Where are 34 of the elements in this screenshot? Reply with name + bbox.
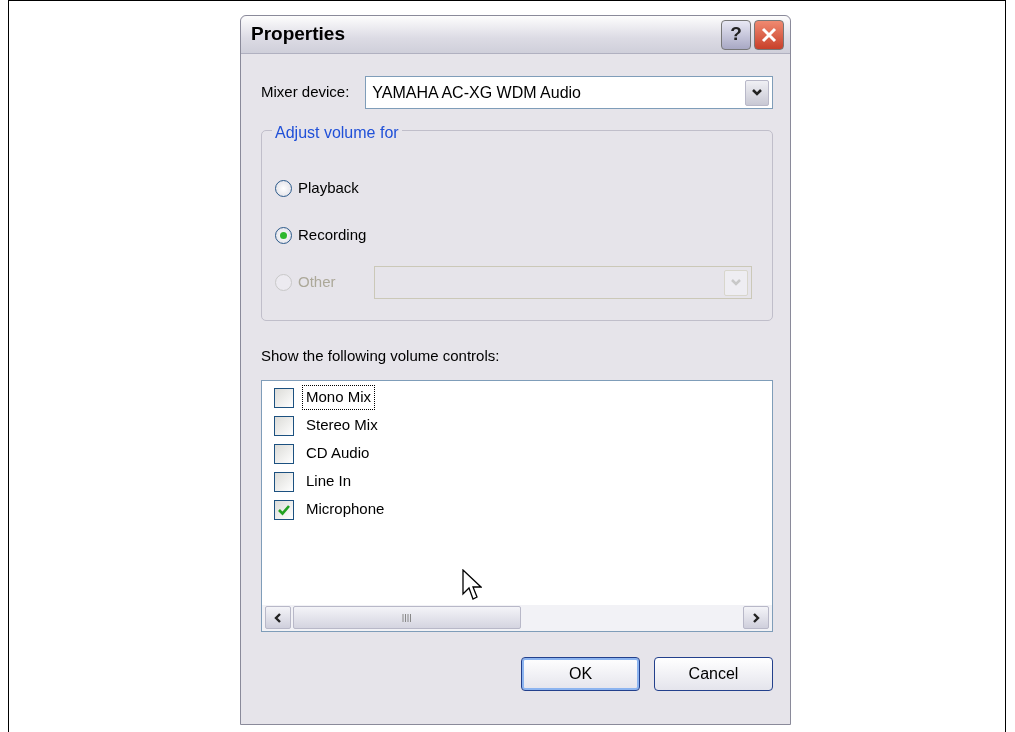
checkbox[interactable] bbox=[274, 471, 294, 492]
close-icon bbox=[760, 25, 778, 44]
checkbox-label: Mono Mix bbox=[302, 385, 376, 410]
checkbox-label: Line In bbox=[305, 471, 353, 492]
checkbox[interactable] bbox=[274, 443, 294, 464]
checkbox[interactable] bbox=[274, 415, 294, 436]
ok-button[interactable]: OK bbox=[521, 656, 640, 691]
cursor-icon bbox=[462, 569, 482, 603]
radio-label: Other bbox=[298, 272, 336, 293]
chevron-down-icon bbox=[730, 278, 742, 287]
checkbox-label: CD Audio bbox=[305, 443, 371, 464]
radio-label: Recording bbox=[298, 225, 367, 246]
checkbox-label: Microphone bbox=[305, 499, 386, 520]
section-label: Show the following volume controls: bbox=[261, 346, 501, 366]
cancel-button[interactable]: Cancel bbox=[654, 656, 773, 691]
radio-button[interactable] bbox=[275, 180, 292, 197]
close-button[interactable] bbox=[754, 19, 784, 50]
grip-icon bbox=[402, 612, 412, 623]
checkbox[interactable] bbox=[274, 387, 294, 408]
radio-label: Playback bbox=[298, 178, 359, 199]
dropdown-button[interactable] bbox=[745, 79, 769, 106]
scroll-left-button[interactable] bbox=[265, 606, 291, 629]
horizontal-scrollbar[interactable] bbox=[262, 604, 772, 631]
radio-button[interactable] bbox=[275, 227, 292, 244]
check-mark-icon bbox=[277, 503, 291, 516]
mixer-device-dropdown[interactable]: YAMAHA AC-XG WDM Audio bbox=[365, 76, 773, 109]
help-button[interactable]: ? bbox=[721, 19, 751, 50]
checkbox[interactable] bbox=[274, 499, 294, 520]
scroll-thumb[interactable] bbox=[293, 606, 521, 629]
window-title: Properties bbox=[251, 22, 346, 47]
checkbox-label: Stereo Mix bbox=[305, 415, 379, 436]
scroll-right-button[interactable] bbox=[743, 606, 769, 629]
field-label: Mixer device: bbox=[261, 82, 350, 103]
chevron-down-icon bbox=[751, 88, 763, 97]
